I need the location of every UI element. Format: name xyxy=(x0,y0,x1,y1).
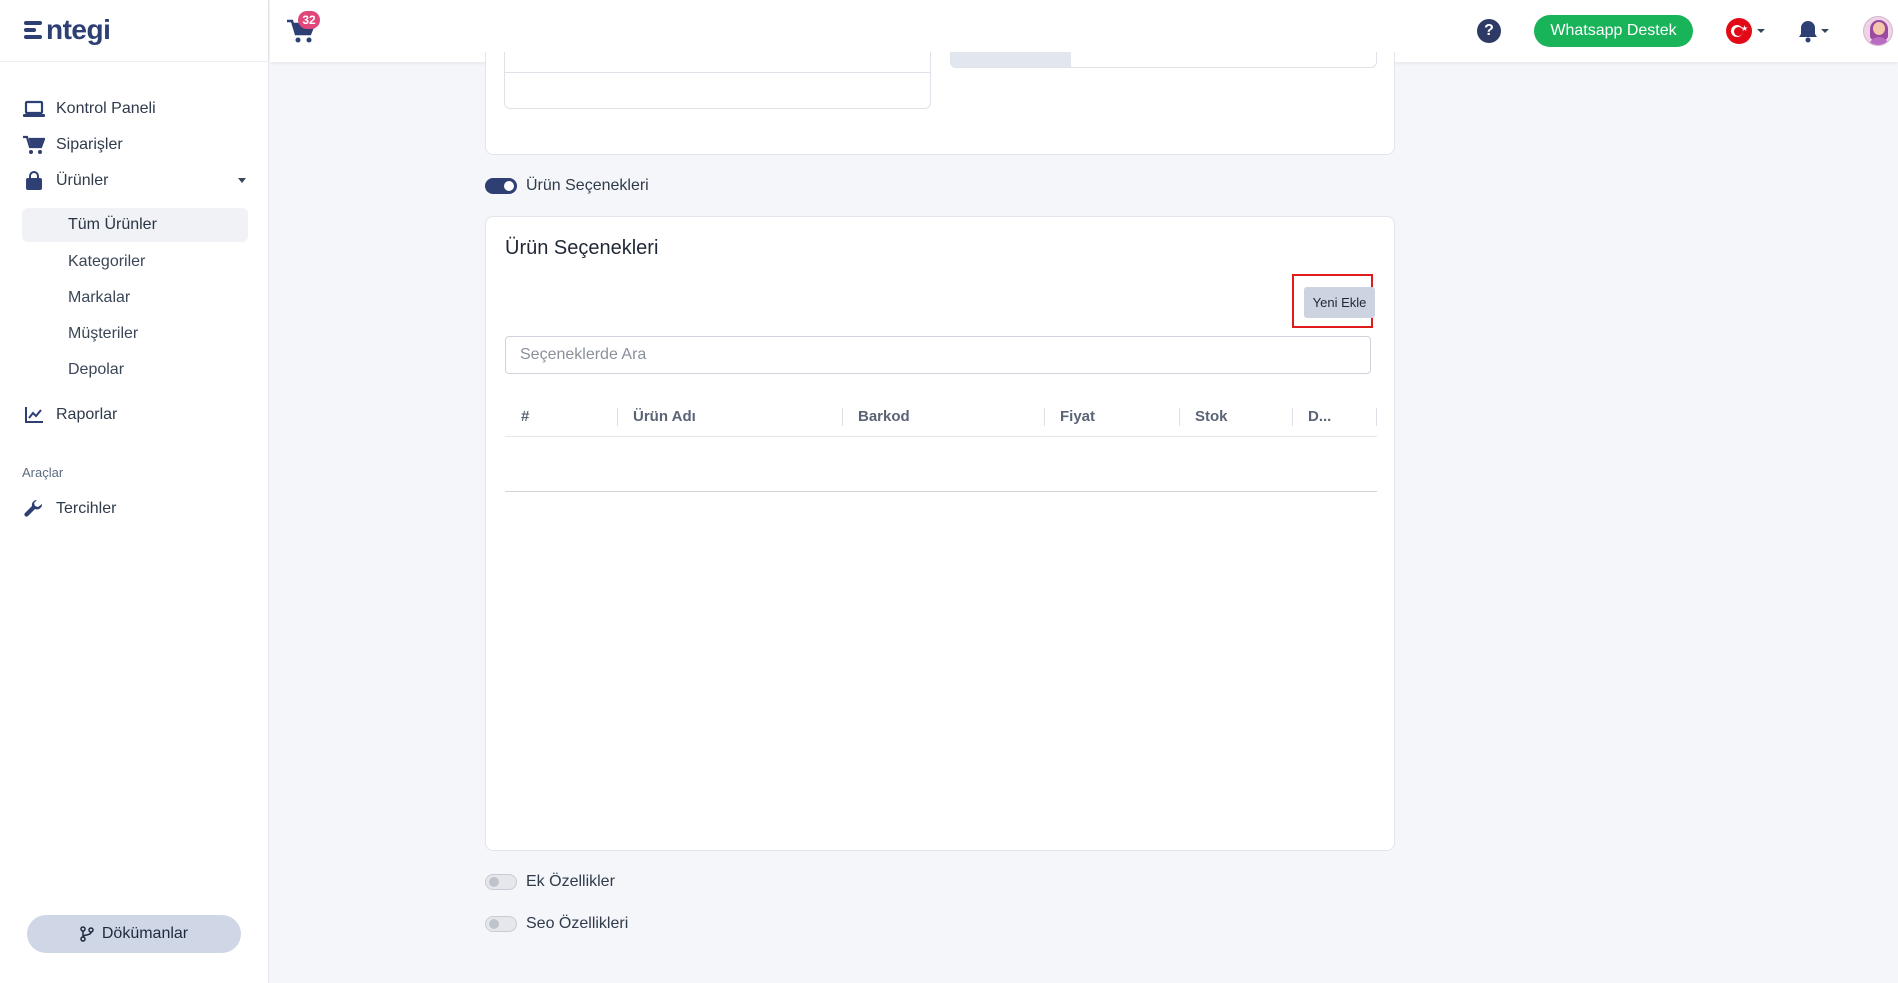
column-header-barcode[interactable]: Barkod xyxy=(842,395,1044,437)
section-label-araclar: Araçlar xyxy=(22,465,64,480)
image-box xyxy=(504,52,931,109)
documents-button[interactable]: Dökümanlar xyxy=(27,915,241,953)
avatar[interactable] xyxy=(1863,16,1893,46)
wrench-icon xyxy=(22,499,46,519)
sidebar-subitem-musteriler[interactable]: Müşteriler xyxy=(22,317,248,351)
help-icon[interactable]: ? xyxy=(1477,19,1501,43)
chart-line-icon xyxy=(22,405,46,425)
extra-features-toggle-label: Ek Özellikler xyxy=(526,873,615,890)
sidebar-subitem-kategoriler[interactable]: Kategoriler xyxy=(22,245,248,279)
product-options-card: Ürün Seçenekleri Yeni Ekle # Ürün Adı Ba… xyxy=(485,216,1395,851)
options-search-input[interactable] xyxy=(505,336,1371,374)
extra-features-toggle[interactable] xyxy=(485,874,517,890)
sidebar-subitem-label: Kategoriler xyxy=(68,253,146,270)
column-header-truncated[interactable]: D... xyxy=(1292,395,1376,437)
sidebar-item-label: Kontrol Paneli xyxy=(56,100,156,117)
table-body-divider xyxy=(505,491,1377,492)
language-chevron-down-icon[interactable] xyxy=(1757,29,1765,33)
sidebar-item-urunler[interactable]: Ürünler xyxy=(22,166,248,196)
sidebar-item-tercihler[interactable]: Tercihler xyxy=(22,494,116,524)
column-header-price[interactable]: Fiyat xyxy=(1044,395,1179,437)
sidebar-item-label: Ürünler xyxy=(56,172,109,189)
card-title: Ürün Seçenekleri xyxy=(505,237,659,259)
toggle-row-seo-features[interactable]: Seo Özellikleri xyxy=(485,914,628,934)
logo-text: ntegi xyxy=(46,14,111,45)
bell-icon[interactable] xyxy=(1797,19,1819,43)
add-new-button[interactable]: Yeni Ekle xyxy=(1304,287,1375,318)
logo[interactable]: ntegi xyxy=(24,14,111,46)
product-options-toggle[interactable] xyxy=(485,178,517,194)
sidebar-subitem-label: Müşteriler xyxy=(68,325,139,342)
sidebar-item-kontrol-paneli[interactable]: Kontrol Paneli xyxy=(22,94,156,124)
column-header-stock[interactable]: Stok xyxy=(1179,395,1292,437)
whatsapp-support-button[interactable]: Whatsapp Destek xyxy=(1534,15,1693,47)
column-header-index[interactable]: # xyxy=(505,395,617,437)
sidebar-subitem-label: Markalar xyxy=(68,289,131,306)
documents-button-label: Dökümanlar xyxy=(101,925,189,942)
bag-icon xyxy=(22,171,46,191)
cart-icon xyxy=(22,135,46,155)
divider xyxy=(0,61,269,62)
chevron-down-icon xyxy=(238,178,246,183)
laptop-icon xyxy=(22,99,46,119)
sidebar-item-label: Siparişler xyxy=(56,136,123,153)
product-options-toggle-label: Ürün Seçenekleri xyxy=(526,177,649,194)
sidebar-subitem-label: Depolar xyxy=(68,361,125,378)
notifications-chevron-down-icon[interactable] xyxy=(1821,29,1829,33)
toggle-row-extra-features[interactable]: Ek Özellikler xyxy=(485,872,615,892)
sidebar-subitem-markalar[interactable]: Markalar xyxy=(22,281,248,315)
sidebar-subitem-label: Tüm Ürünler xyxy=(68,216,157,233)
sidebar-subitem-tum-urunler[interactable]: Tüm Ürünler xyxy=(22,208,248,242)
sidebar-item-raporlar[interactable]: Raporlar xyxy=(22,400,117,430)
seo-features-toggle[interactable] xyxy=(485,916,517,932)
branch-icon xyxy=(80,926,94,942)
seo-features-toggle-label: Seo Özellikleri xyxy=(526,915,629,932)
sidebar-item-label: Tercihler xyxy=(56,500,117,517)
cart-count-badge: 32 xyxy=(298,11,320,29)
toggle-row-product-options[interactable]: Ürün Seçenekleri xyxy=(485,176,649,196)
sidebar-subitem-depolar[interactable]: Depolar xyxy=(22,353,248,387)
logo-mark-icon xyxy=(24,19,44,41)
product-details-card xyxy=(485,52,1395,155)
tab-strip[interactable] xyxy=(950,52,1377,68)
turkish-flag-icon[interactable]: ★ xyxy=(1726,18,1752,44)
column-header-product-name[interactable]: Ürün Adı xyxy=(617,395,842,437)
sidebar-item-label: Raporlar xyxy=(56,406,118,423)
sidebar: ntegi Kontrol Paneli Siparişler Ürünler … xyxy=(0,0,269,983)
sidebar-item-siparisler[interactable]: Siparişler xyxy=(22,130,123,160)
table-header: # Ürün Adı Barkod Fiyat Stok D... xyxy=(505,395,1377,437)
